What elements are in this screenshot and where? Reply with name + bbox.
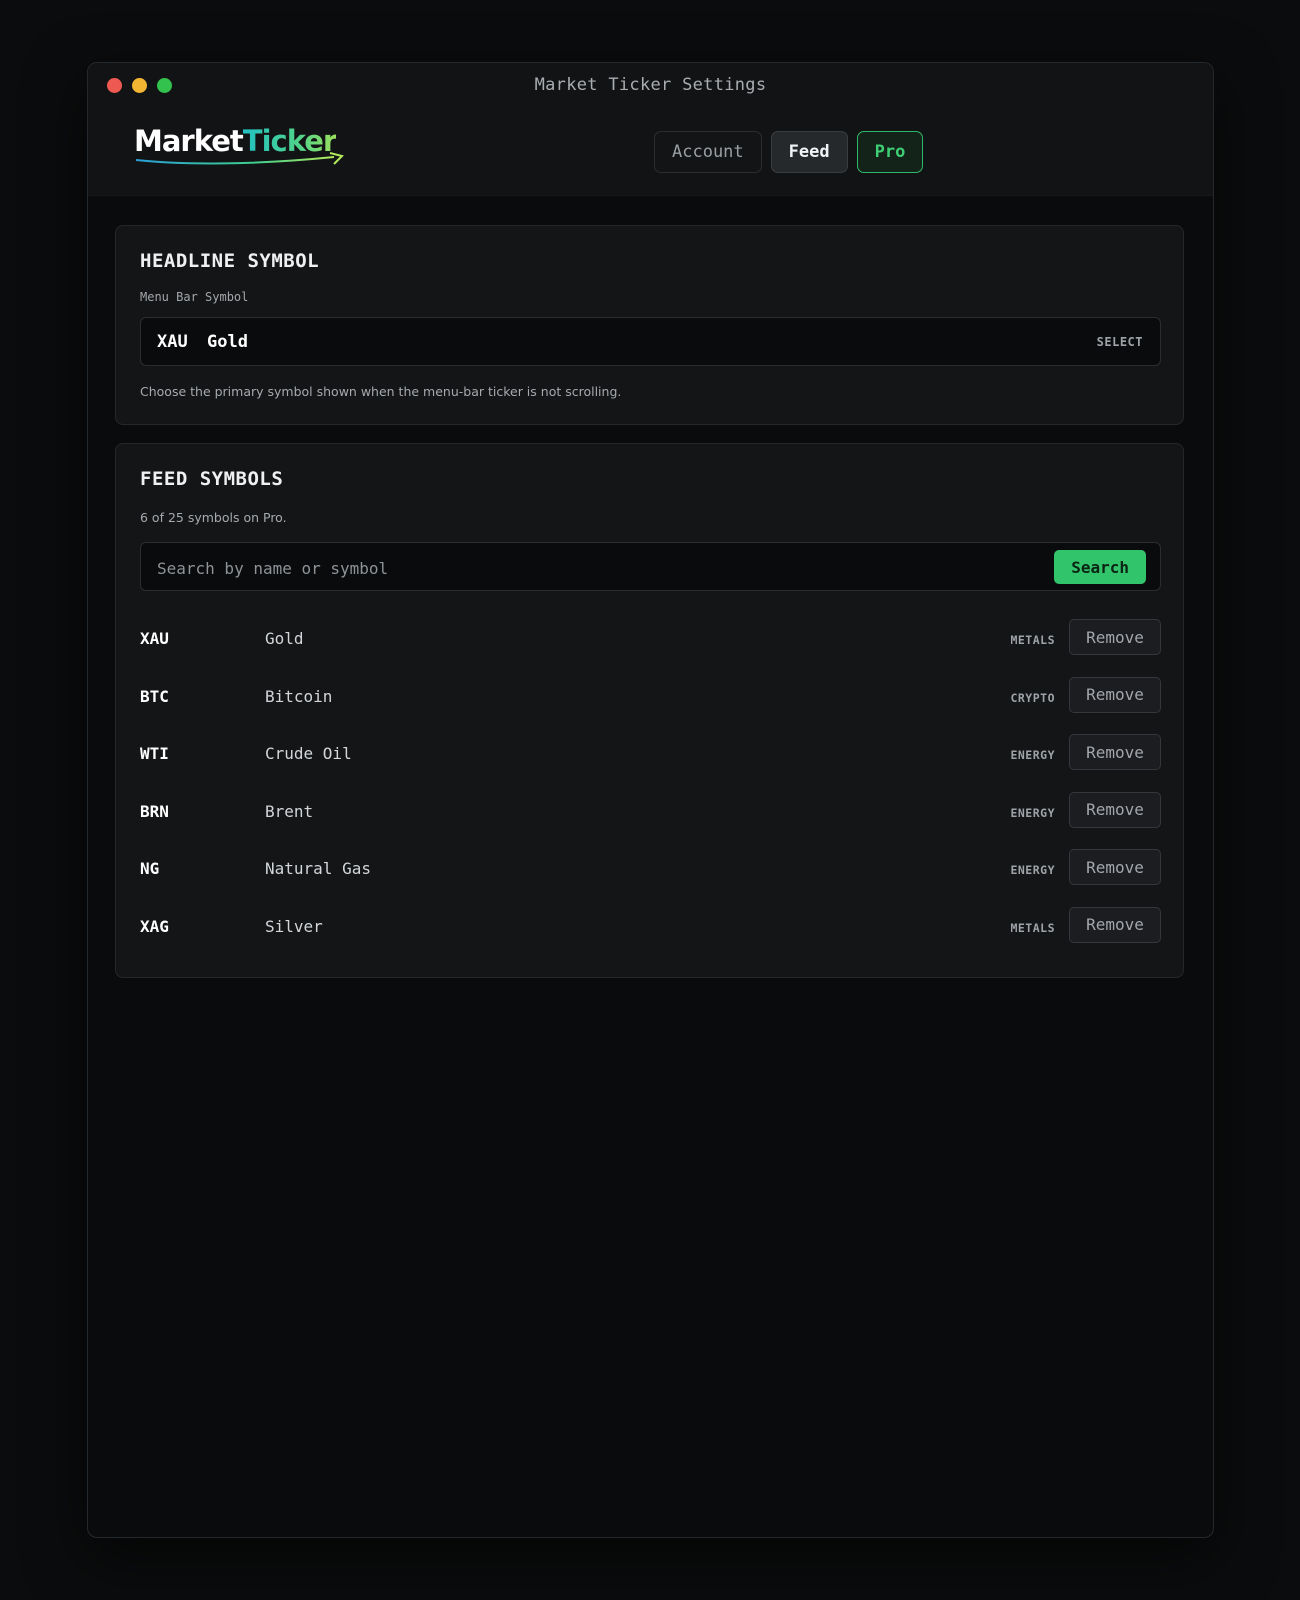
symbol-row: NG Natural Gas ENERGY Remove xyxy=(140,849,1161,907)
symbol-category: METALS xyxy=(1010,920,1055,935)
symbol-code: BRN xyxy=(140,801,169,821)
headline-section-title: HEADLINE SYMBOL xyxy=(140,250,320,272)
symbol-code: XAU xyxy=(140,629,169,648)
symbol-code: WTI xyxy=(140,744,169,764)
symbol-name: Bitcoin xyxy=(265,686,333,706)
symbol-code: XAG xyxy=(140,916,169,936)
feed-section-title: FEED SYMBOLS xyxy=(140,468,284,490)
remove-symbol-button[interactable]: Remove xyxy=(1069,906,1161,943)
remove-symbol-button[interactable]: Remove xyxy=(1069,619,1161,655)
settings-nav: Account Feed Pro xyxy=(654,131,924,173)
remove-symbol-button[interactable]: Remove xyxy=(1069,849,1161,886)
settings-window: Market Ticker Settings MarketTicker Acco… xyxy=(87,62,1214,1538)
remove-symbol-button[interactable]: Remove xyxy=(1069,734,1161,771)
symbol-row: BTC Bitcoin CRYPTO Remove xyxy=(140,676,1161,735)
remove-symbol-button[interactable]: Remove xyxy=(1069,676,1161,713)
select-hint-label: SELECT xyxy=(1096,335,1143,349)
headline-symbol-card: HEADLINE SYMBOL Menu Bar Symbol XAU Gold… xyxy=(115,225,1184,425)
symbol-row: WTI Crude Oil ENERGY Remove xyxy=(140,734,1161,792)
symbol-category: CRYPTO xyxy=(1010,690,1055,705)
logo-swoosh-icon xyxy=(135,152,344,165)
tab-account[interactable]: Account xyxy=(654,131,762,173)
symbol-row: BRN Brent ENERGY Remove xyxy=(140,791,1161,850)
feed-symbol-list: XAU Gold METALS Remove BTC Bitcoin CRYPTO Remov… xyxy=(140,619,1161,965)
symbol-name: Gold xyxy=(265,629,304,648)
symbol-category: ENERGY xyxy=(1010,863,1055,878)
search-button[interactable]: Search xyxy=(1054,550,1146,584)
symbol-name: Natural Gas xyxy=(265,859,371,879)
symbol-code: NG xyxy=(140,859,160,879)
symbol-row: XAG Silver METALS Remove xyxy=(140,906,1161,965)
symbol-category: ENERGY xyxy=(1010,748,1055,763)
selected-symbol-code: XAU xyxy=(157,332,188,352)
window-titlebar: Market Ticker Settings MarketTicker Acco… xyxy=(88,63,1213,196)
symbol-code: BTC xyxy=(140,686,169,706)
symbol-search-input[interactable] xyxy=(155,555,1019,581)
window-title: Market Ticker Settings xyxy=(534,75,767,95)
remove-symbol-button[interactable]: Remove xyxy=(1069,791,1161,828)
menu-bar-symbol-label: Menu Bar Symbol xyxy=(140,290,249,304)
feed-symbols-card: FEED SYMBOLS 6 of 25 symbols on Pro. Sea… xyxy=(115,443,1184,978)
symbol-row: XAU Gold METALS Remove xyxy=(140,619,1161,677)
symbol-name: Crude Oil xyxy=(265,744,352,764)
symbol-category: ENERGY xyxy=(1010,805,1055,820)
symbol-search-bar: Search xyxy=(140,542,1161,591)
symbol-name: Brent xyxy=(265,801,314,821)
symbol-category: METALS xyxy=(1010,633,1055,647)
symbol-name: Silver xyxy=(265,916,323,936)
market-ticker-logo: MarketTicker xyxy=(134,125,354,173)
tab-pro[interactable]: Pro xyxy=(856,131,924,173)
menu-bar-symbol-select[interactable]: XAU Gold SELECT xyxy=(140,317,1161,366)
tab-feed[interactable]: Feed xyxy=(770,131,848,173)
headline-help-text: Choose the primary symbol shown when the… xyxy=(140,384,622,399)
selected-symbol-name: Gold xyxy=(207,332,248,352)
symbol-count-text: 6 of 25 symbols on Pro. xyxy=(140,510,287,525)
